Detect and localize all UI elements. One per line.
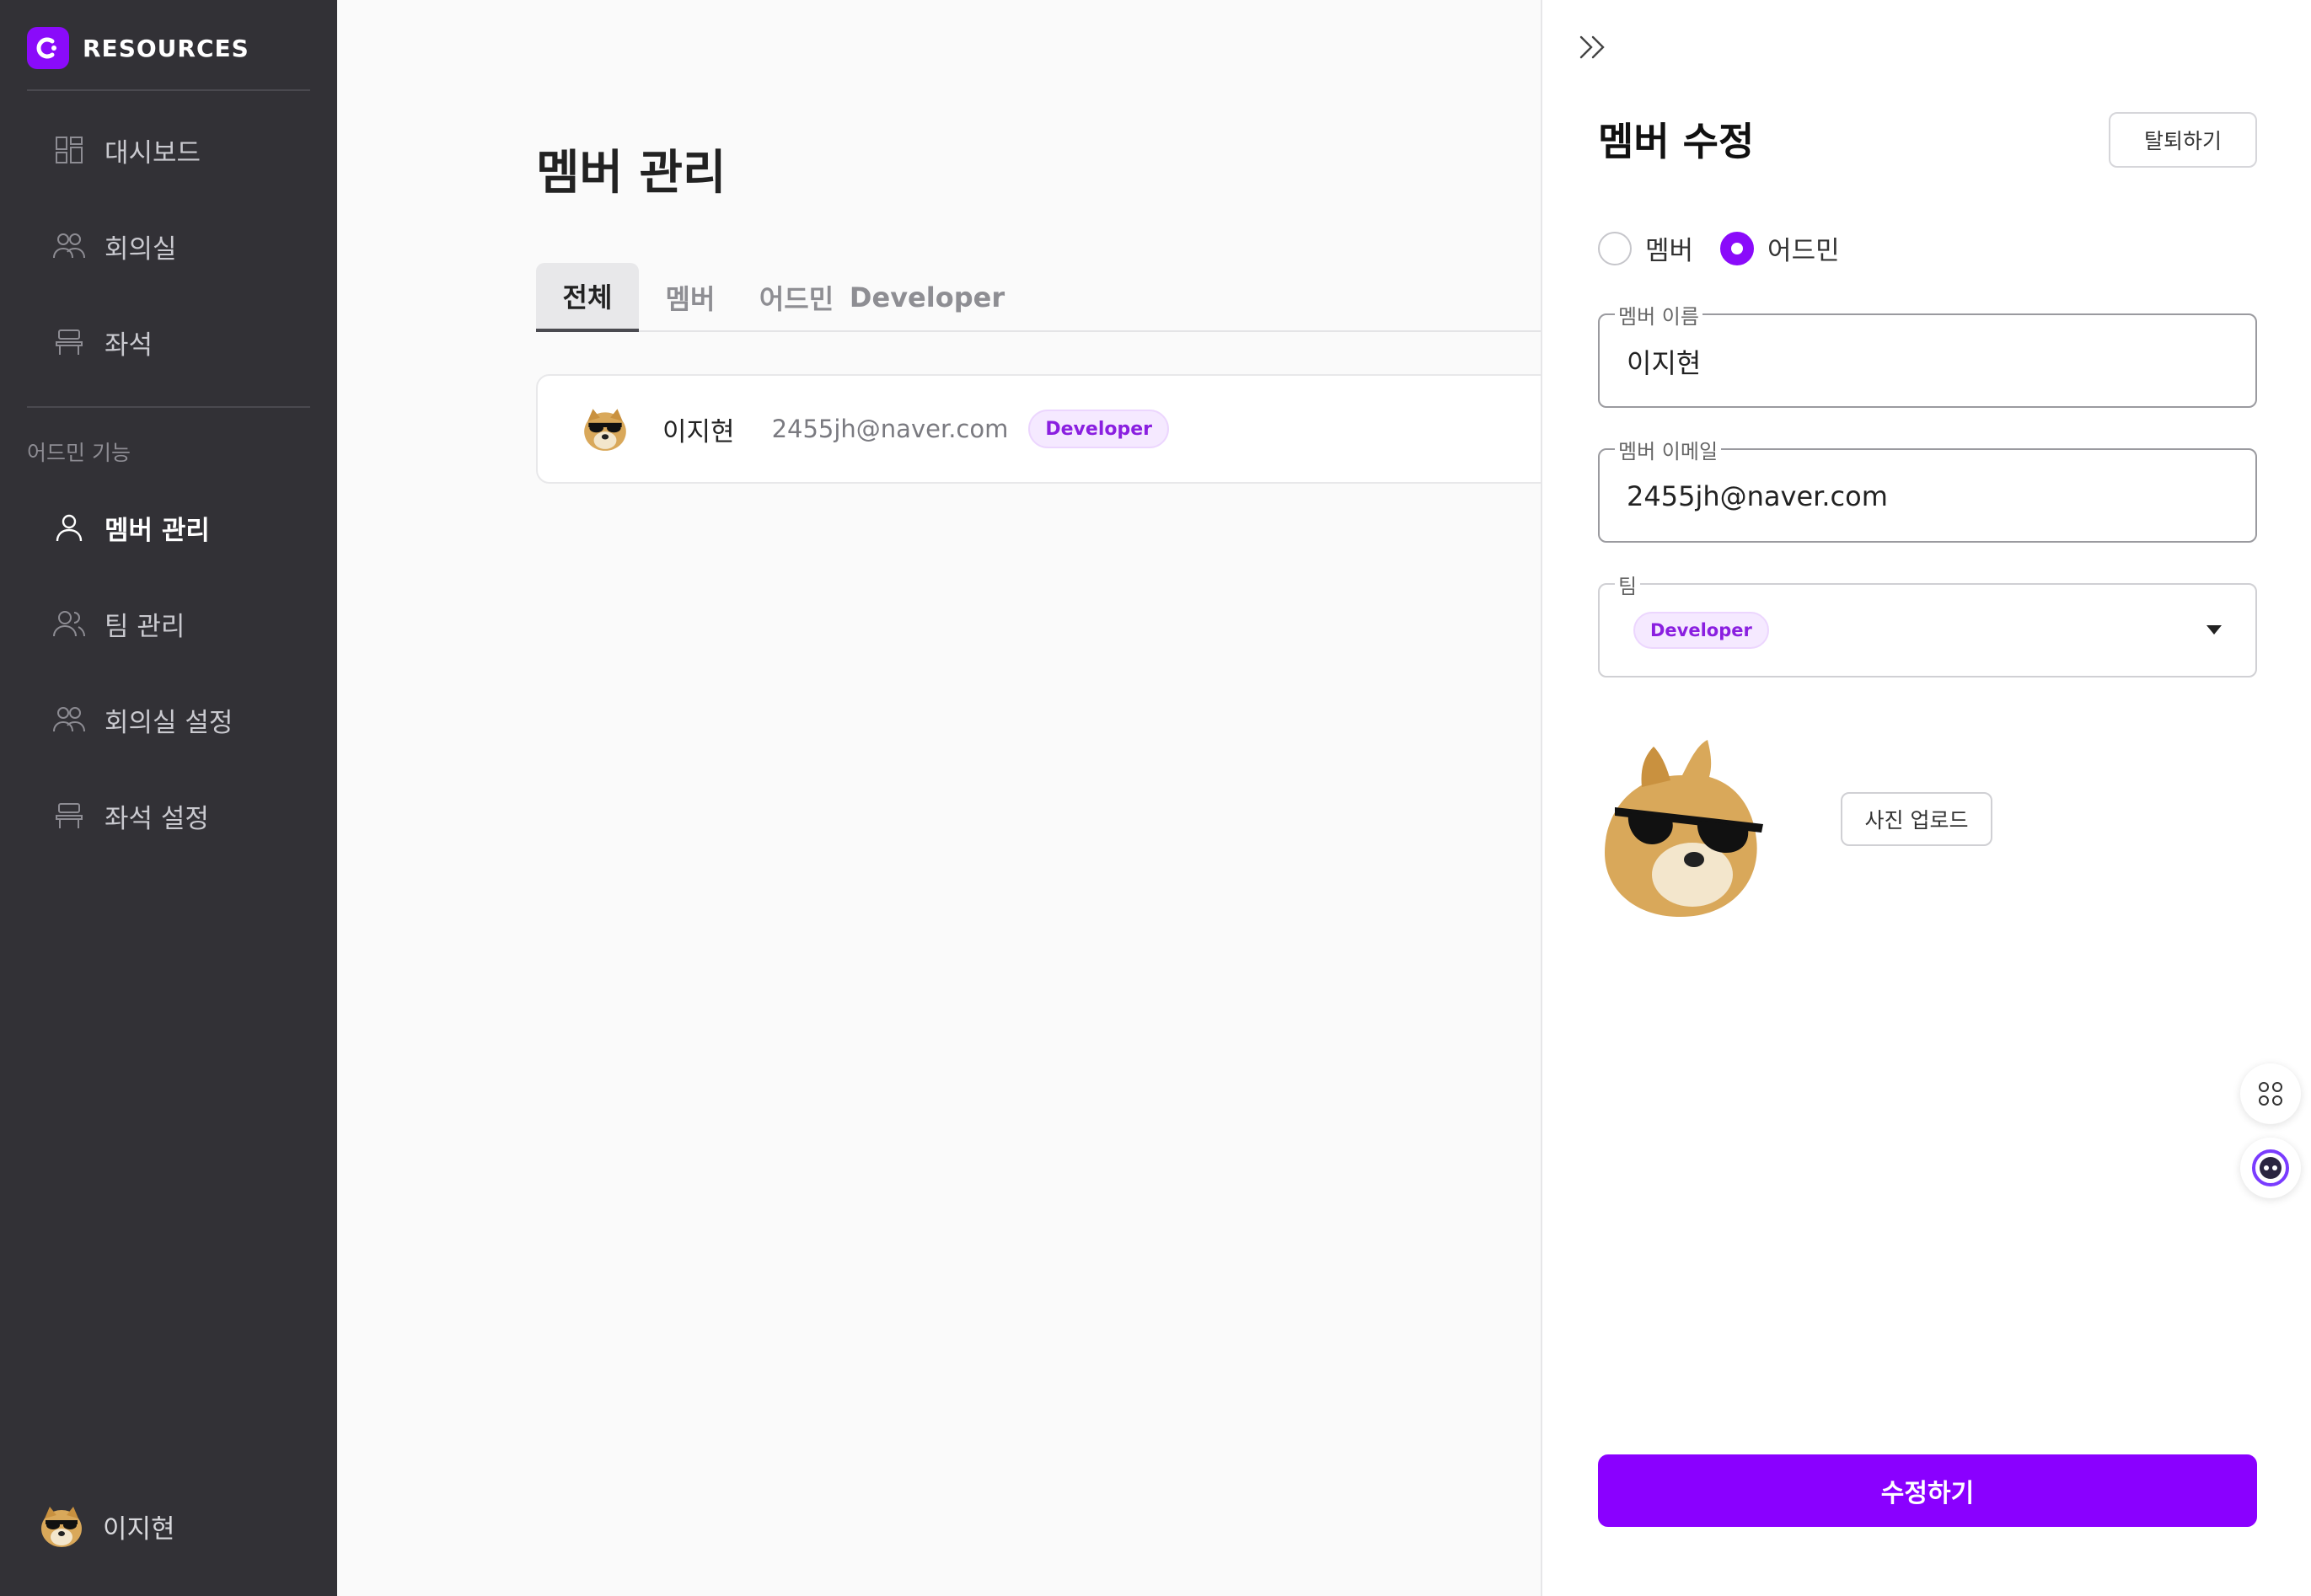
avatar (580, 402, 630, 456)
role-radio-group: 멤버 어드민 (1598, 229, 1867, 267)
assistant-icon[interactable] (2240, 1138, 2301, 1198)
member-email: 2455jh@naver.com (771, 415, 1009, 443)
team-select[interactable]: 팀 Developer (1598, 570, 2257, 677)
sidebar-item-team-management[interactable]: 팀 관리 (51, 598, 185, 649)
sidebar-divider (27, 89, 310, 91)
tab-developer[interactable]: Developer (850, 263, 1005, 332)
field-legend: 멤버 이름 (1615, 300, 1702, 329)
sidebar-item-meeting-room-settings[interactable]: 회의실 설정 (51, 694, 233, 745)
sidebar-user[interactable]: 이지현 (37, 1500, 175, 1552)
avatar (37, 1500, 86, 1552)
page-title: 멤버 관리 (536, 146, 727, 201)
user-icon (51, 509, 88, 546)
main-content: 멤버 관리 전체 멤버 어드민 Developer 이지현 2455jh@nav… (337, 0, 1632, 1596)
sidebar-section-label: 어드민 기능 (27, 441, 131, 465)
member-name-field: 멤버 이름 (1598, 300, 2257, 408)
photo-upload-button[interactable]: 사진 업로드 (1841, 792, 1992, 846)
tab-admin[interactable]: 어드민 (742, 263, 851, 332)
caret-down-icon (2206, 625, 2222, 635)
tab-bar: 전체 멤버 어드민 Developer (536, 263, 1547, 332)
role-option-admin[interactable]: 어드민 (1720, 229, 1840, 267)
seat-icon (51, 797, 88, 834)
sidebar-item-label: 좌석 설정 (105, 803, 209, 834)
brand-name: RESOURCES (83, 34, 249, 62)
sidebar-item-label: 대시보드 (105, 137, 201, 169)
field-legend: 멤버 이메일 (1615, 435, 1722, 464)
sidebar: RESOURCES 대시보드 회의실 좌석 어드민 기능 멤버 관리 팀 관리 (0, 0, 337, 1596)
sidebar-item-seat-settings[interactable]: 좌석 설정 (51, 790, 209, 841)
member-edit-panel: 멤버 수정 탈퇴하기 멤버 어드민 멤버 이름 멤버 이메일 팀 Develop… (1541, 0, 2311, 1596)
member-name-input[interactable] (1627, 340, 2217, 383)
member-name: 이지현 (662, 416, 735, 447)
people-icon (51, 701, 88, 738)
radio-unchecked-icon (1598, 231, 1632, 265)
sidebar-item-label: 팀 관리 (105, 611, 185, 642)
member-email-input[interactable] (1627, 475, 2217, 517)
sidebar-item-label: 회의실 설정 (105, 707, 233, 738)
radio-label: 멤버 (1645, 236, 1694, 266)
sidebar-item-seat[interactable]: 좌석 (51, 317, 153, 367)
team-badge: Developer (1633, 612, 1769, 649)
apps-icon[interactable] (2240, 1063, 2301, 1124)
dashboard-icon (51, 131, 88, 169)
sidebar-item-meeting-room[interactable]: 회의실 (51, 221, 177, 271)
tab-member[interactable]: 멤버 (639, 263, 742, 332)
radio-checked-icon (1720, 231, 1755, 265)
team-icon (51, 605, 88, 642)
panel-title: 멤버 수정 (1598, 119, 1755, 164)
submit-edit-button[interactable]: 수정하기 (1598, 1454, 2257, 1527)
tab-all[interactable]: 전체 (536, 263, 639, 332)
sidebar-item-label: 좌석 (105, 329, 153, 361)
field-legend: 팀 (1615, 570, 1641, 599)
seat-icon (51, 324, 88, 361)
member-email-field: 멤버 이메일 (1598, 435, 2257, 543)
sidebar-item-label: 멤버 관리 (105, 515, 210, 546)
sidebar-user-name: 이지현 (103, 1513, 175, 1545)
sidebar-item-dashboard[interactable]: 대시보드 (51, 125, 201, 175)
sidebar-item-label: 회의실 (105, 233, 177, 265)
table-row[interactable]: 이지현 2455jh@naver.com Developer (536, 374, 1632, 484)
brand-logo-icon (27, 27, 69, 69)
sidebar-item-member-management[interactable]: 멤버 관리 (51, 502, 210, 553)
people-icon (51, 228, 88, 265)
collapse-panel-icon[interactable] (1574, 29, 1611, 66)
profile-photo (1598, 733, 1775, 920)
team-badge: Developer (1028, 410, 1169, 448)
radio-label: 어드민 (1767, 236, 1840, 266)
brand[interactable]: RESOURCES (27, 27, 249, 69)
role-option-member[interactable]: 멤버 (1598, 229, 1693, 267)
sidebar-divider (27, 406, 310, 408)
withdraw-button[interactable]: 탈퇴하기 (2109, 112, 2257, 168)
